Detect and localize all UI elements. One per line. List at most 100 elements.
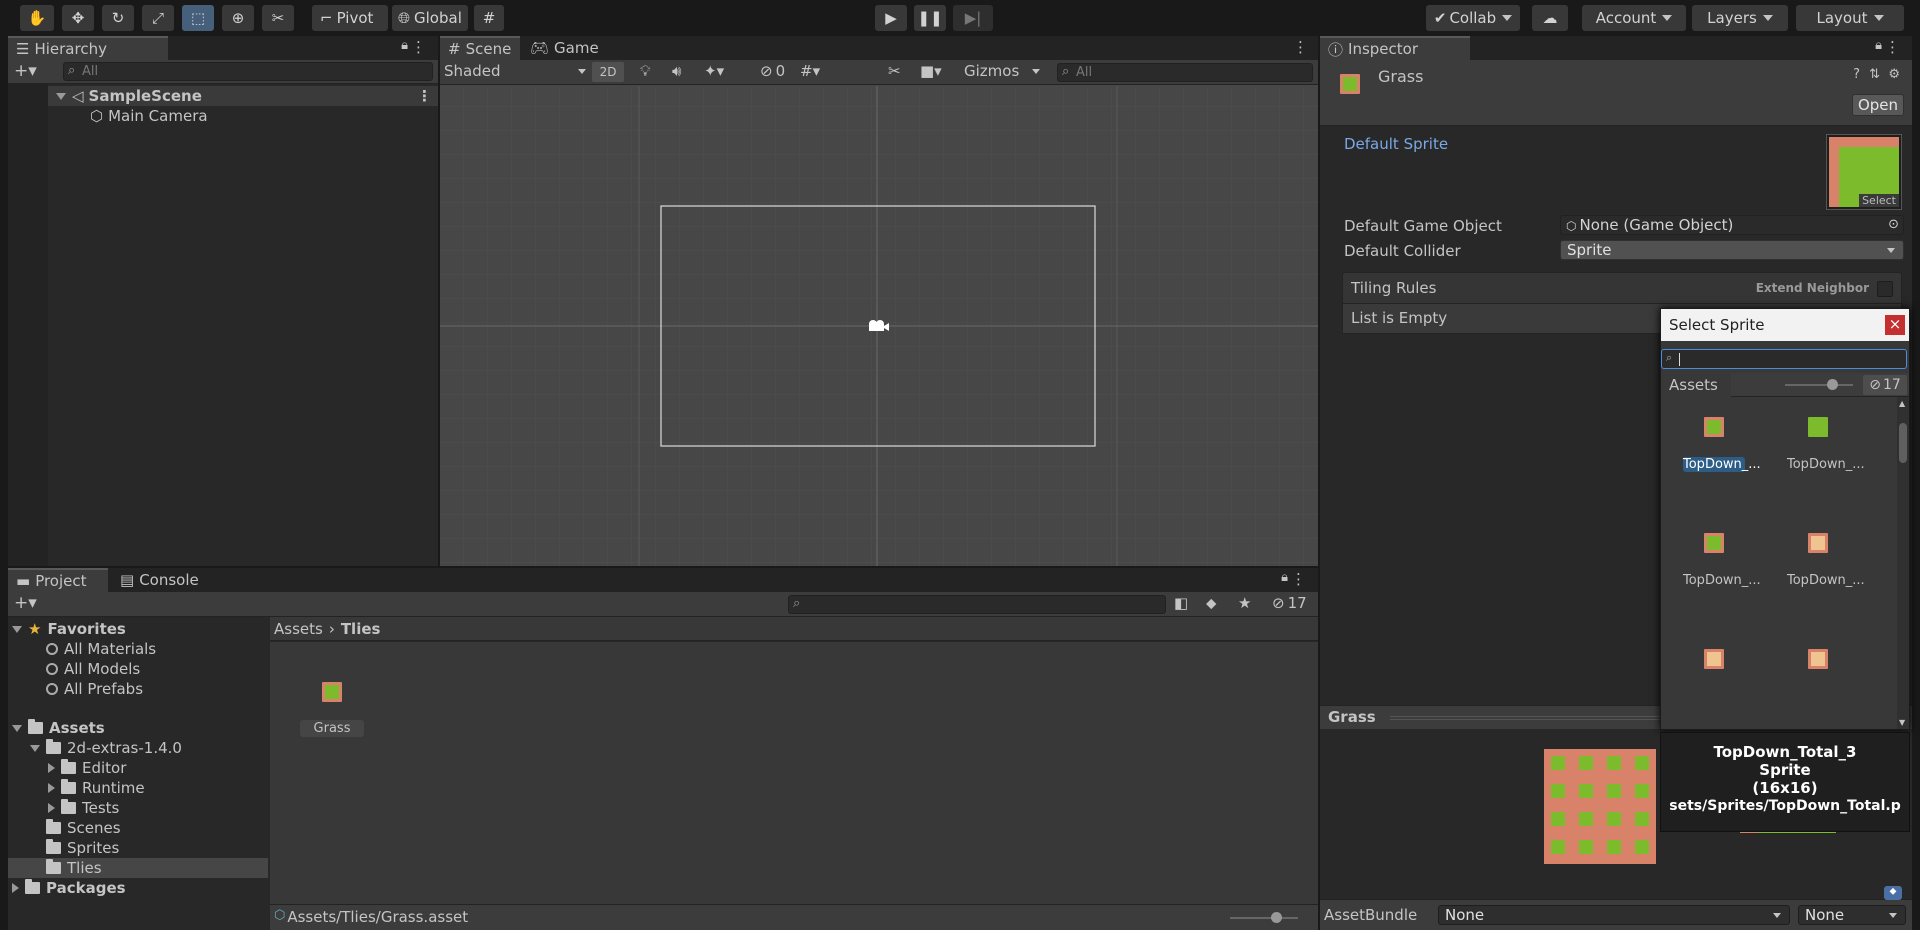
packages-node[interactable]: Packages	[12, 878, 268, 898]
zoom-slider-handle[interactable]	[1271, 912, 1282, 923]
collapsed-arrow-icon[interactable]	[48, 803, 55, 813]
default-sprite-field[interactable]: Select	[1826, 134, 1902, 210]
folder-item[interactable]: 2d-extras-1.4.0	[30, 738, 268, 758]
size-slider-track[interactable]	[1785, 384, 1853, 386]
global-toggle[interactable]: 🌐︎ Global	[392, 5, 468, 31]
scene-menu-icon[interactable]: ⋮	[417, 87, 432, 105]
shading-mode-dropdown[interactable]: Shaded	[444, 62, 590, 82]
dialog-close-button[interactable]: ×	[1885, 315, 1905, 335]
audio-icon[interactable]: 🔊︎	[672, 62, 681, 80]
zoom-slider-track[interactable]	[1230, 917, 1298, 919]
scrollbar-thumb[interactable]	[1899, 423, 1907, 463]
collapsed-arrow-icon[interactable]	[48, 763, 55, 773]
collapsed-arrow-icon[interactable]	[48, 783, 55, 793]
2d-toggle-button[interactable]: 2D	[592, 62, 624, 82]
tab-console[interactable]: ▤ Console	[112, 568, 212, 592]
sprite-item[interactable]: TopDown_...	[1787, 533, 1865, 588]
rotate-tool-button[interactable]: ↻	[102, 5, 134, 31]
scene-tools-icon[interactable]: ✂	[888, 62, 901, 80]
folder-item[interactable]: Runtime	[48, 778, 268, 798]
project-more-icon[interactable]: ⋮	[1291, 570, 1306, 588]
favorite-item[interactable]: All Models	[46, 659, 268, 679]
default-game-object-field[interactable]: ⬡ None (Game Object) ⊙	[1560, 215, 1904, 235]
inspector-more-icon[interactable]: ⋮	[1885, 38, 1900, 56]
assetbundle-variant-dropdown[interactable]: None	[1798, 905, 1906, 925]
inspector-lock-icon[interactable]: 🔒︎	[1875, 38, 1882, 53]
assets-node[interactable]: Assets	[12, 718, 268, 738]
cloud-button[interactable]: ☁	[1532, 5, 1568, 31]
scroll-down-icon[interactable]: ▼	[1899, 718, 1905, 727]
settings-gear-icon[interactable]: ⚙	[1888, 67, 1900, 82]
grid-visibility-icon[interactable]: #▾	[800, 62, 820, 80]
preset-icon[interactable]: ⇅	[1869, 67, 1880, 82]
default-collider-dropdown[interactable]: Sprite	[1560, 240, 1904, 260]
extend-neighbor-checkbox[interactable]	[1877, 281, 1893, 297]
sprite-item[interactable]	[1683, 649, 1745, 669]
expand-arrow-icon[interactable]	[30, 744, 40, 752]
lock-icon[interactable]: 🔒︎	[401, 38, 408, 53]
asset-item[interactable]: Grass	[300, 682, 364, 737]
object-picker-icon[interactable]: ⊙	[1888, 216, 1899, 234]
folder-item[interactable]: Tests	[48, 798, 268, 818]
step-button[interactable]: ▶|	[953, 5, 993, 31]
rect-tool-button[interactable]: ⬚	[182, 5, 214, 31]
hierarchy-item-main-camera[interactable]: ⬡ Main Camera	[48, 106, 438, 126]
create-add-icon[interactable]: +▾	[14, 61, 37, 81]
folder-item[interactable]: Editor	[48, 758, 268, 778]
sprite-item[interactable]: TopDown_...	[1683, 533, 1761, 588]
hand-tool-button[interactable]: ✋	[20, 5, 54, 31]
sprite-item[interactable]: TopDown_...	[1787, 417, 1865, 472]
expand-arrow-icon[interactable]	[56, 92, 66, 100]
gizmos-dropdown[interactable]: Gizmos	[964, 62, 1044, 82]
camera-icon[interactable]: ■▾	[920, 62, 942, 80]
sprite-item[interactable]: TopDown_...	[1683, 417, 1761, 472]
tab-game[interactable]: 🎮︎ Game	[522, 36, 602, 60]
favorites-node[interactable]: ★ Favorites	[12, 619, 268, 639]
sprite-grid-scrollbar[interactable]: ▲ ▼	[1897, 397, 1909, 729]
play-button[interactable]: ▶	[875, 5, 907, 31]
scroll-up-icon[interactable]: ▲	[1899, 399, 1905, 408]
project-create-icon[interactable]: +▾	[14, 593, 37, 613]
effects-icon[interactable]: ✦▾	[704, 62, 724, 80]
tab-assets[interactable]: Assets	[1661, 373, 1731, 397]
favorite-star-icon[interactable]: ★	[1238, 594, 1251, 612]
open-button[interactable]: Open	[1852, 94, 1904, 116]
expand-arrow-icon[interactable]	[12, 625, 22, 633]
search-by-label-icon[interactable]: ⬥	[1206, 594, 1217, 612]
layers-dropdown[interactable]: Layers	[1692, 5, 1788, 31]
favorite-item[interactable]: All Materials	[46, 639, 268, 659]
breadcrumb-assets[interactable]: Assets	[274, 620, 323, 638]
hidden-packages-toggle[interactable]: ⊘ 17	[1863, 375, 1907, 395]
scale-tool-button[interactable]: ⤢	[142, 5, 174, 31]
folder-item-selected[interactable]: Tlies	[8, 858, 268, 878]
expand-arrow-icon[interactable]	[12, 724, 22, 732]
collab-dropdown[interactable]: ✔ Collab	[1426, 5, 1520, 31]
project-lock-icon[interactable]: 🔒︎	[1281, 570, 1288, 585]
more-menu-icon[interactable]: ⋮	[411, 38, 426, 56]
lighting-icon[interactable]: 💡︎	[640, 62, 651, 80]
pivot-toggle[interactable]: ⌐ Pivot	[312, 5, 388, 31]
label-tag-icon[interactable]: ⬥	[1884, 886, 1902, 900]
sprite-select-label[interactable]: Select	[1859, 194, 1899, 207]
assetbundle-dropdown[interactable]: None	[1438, 905, 1790, 925]
tab-scene[interactable]: # Scene	[440, 36, 520, 60]
pause-button[interactable]: ❚❚	[914, 5, 946, 31]
search-by-type-icon[interactable]: ◧	[1174, 594, 1188, 612]
size-slider-handle[interactable]	[1827, 379, 1838, 390]
grid-snap-button[interactable]: #	[474, 5, 504, 31]
hidden-packages-toggle[interactable]: ⊘ 17	[1272, 594, 1307, 612]
sprite-search-input[interactable]: ⌕	[1661, 349, 1907, 369]
layout-dropdown[interactable]: Layout	[1796, 5, 1904, 31]
tab-inspector[interactable]: ⓘ Inspector	[1320, 36, 1470, 60]
scene-row[interactable]: ◁ SampleScene ⋮	[48, 86, 438, 106]
scene-search-input[interactable]: All	[1057, 63, 1313, 82]
tab-hierarchy[interactable]: ☰ Hierarchy	[8, 36, 168, 60]
help-icon[interactable]: ?	[1853, 67, 1860, 82]
project-search-input[interactable]	[788, 595, 1166, 614]
scene-more-menu-icon[interactable]: ⋮	[1293, 38, 1308, 56]
folder-item[interactable]: Scenes	[46, 818, 268, 838]
breadcrumb-current[interactable]: Tlies	[341, 620, 381, 638]
favorite-item[interactable]: All Prefabs	[46, 679, 268, 699]
hidden-objects-toggle[interactable]: ⊘ 0	[760, 62, 785, 80]
folder-item[interactable]: Sprites	[46, 838, 268, 858]
